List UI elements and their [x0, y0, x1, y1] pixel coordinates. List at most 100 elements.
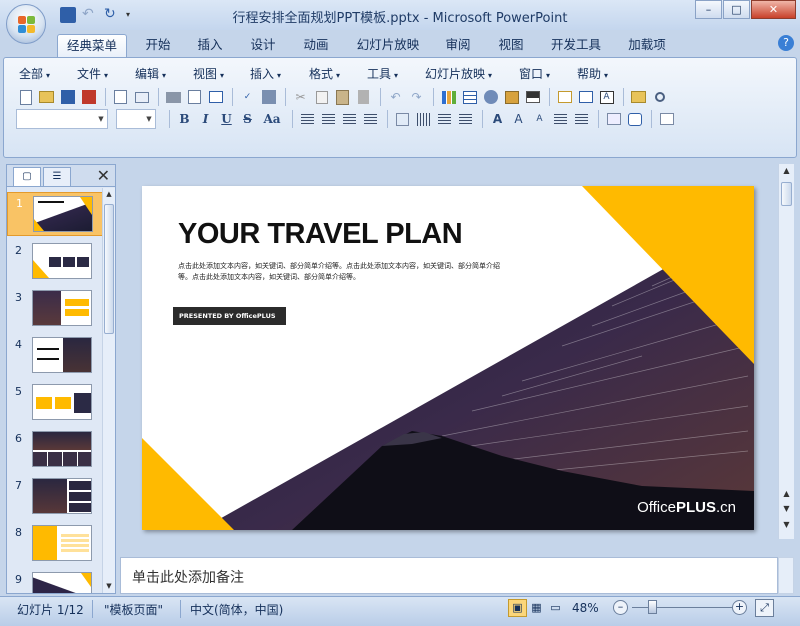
- insert-chart-icon[interactable]: [439, 88, 458, 107]
- fill-color-icon[interactable]: [523, 88, 542, 107]
- help-icon[interactable]: ?: [778, 35, 794, 51]
- normal-view-button[interactable]: ▣: [508, 599, 527, 617]
- tab-classic-menu[interactable]: 经典菜单: [57, 34, 127, 58]
- slide-canvas[interactable]: YOUR TRAVEL PLAN 点击此处添加文本内容，如关键词、部分简单介绍等…: [142, 186, 754, 530]
- zoom-in-button[interactable]: +: [732, 600, 747, 615]
- print-preview-icon[interactable]: [185, 88, 204, 107]
- copy-icon[interactable]: [312, 88, 331, 107]
- slide-thumbnail[interactable]: 3: [7, 287, 103, 331]
- maximize-button[interactable]: □: [723, 0, 750, 19]
- paste-icon[interactable]: [333, 88, 352, 107]
- menu-file[interactable]: 文件 ▾: [77, 65, 108, 82]
- tab-addins[interactable]: 加载项: [620, 34, 674, 58]
- notes-pane[interactable]: 单击此处添加备注: [120, 557, 778, 594]
- strikethrough-button[interactable]: S: [238, 110, 257, 129]
- insert-picture-icon[interactable]: [502, 88, 521, 107]
- text-direction-icon[interactable]: [393, 110, 412, 129]
- slide-thumbnail[interactable]: 9: [7, 569, 103, 593]
- slide-title[interactable]: YOUR TRAVEL PLAN: [178, 218, 463, 251]
- menu-insert[interactable]: 插入 ▾: [250, 65, 281, 82]
- menu-help[interactable]: 帮助 ▾: [577, 65, 608, 82]
- office-button[interactable]: [6, 4, 46, 44]
- quick-styles-icon[interactable]: [657, 110, 676, 129]
- fit-to-window-icon[interactable]: ⤢: [755, 599, 774, 617]
- save-as-pdf-icon[interactable]: [79, 88, 98, 107]
- zoom-out-button[interactable]: –: [613, 600, 628, 615]
- research-icon[interactable]: [259, 88, 278, 107]
- editor-scrollbar[interactable]: ▲ ▲ ▼ ▼: [778, 164, 794, 539]
- bullets-icon[interactable]: [456, 110, 475, 129]
- text-box-icon[interactable]: A: [597, 88, 616, 107]
- underline-button[interactable]: U: [217, 110, 236, 129]
- align-center-icon[interactable]: [319, 110, 338, 129]
- numbering-icon[interactable]: [435, 110, 454, 129]
- tab-outline[interactable]: ☰: [43, 167, 71, 186]
- permission-icon[interactable]: [111, 88, 130, 107]
- shapes-icon[interactable]: [625, 110, 644, 129]
- insert-clipart-icon[interactable]: [481, 88, 500, 107]
- justify-icon[interactable]: [361, 110, 380, 129]
- font-color-button[interactable]: A: [488, 110, 507, 129]
- tab-design[interactable]: 设计: [241, 34, 285, 58]
- bold-button[interactable]: B: [175, 110, 194, 129]
- tab-home[interactable]: 开始: [136, 34, 180, 58]
- slide-layout-icon[interactable]: [206, 88, 225, 107]
- menu-tools[interactable]: 工具 ▾: [367, 65, 398, 82]
- slide-thumbnail[interactable]: 5: [7, 381, 103, 425]
- slide-body-text[interactable]: 点击此处添加文本内容，如关键词、部分简单介绍等。点击此处添加文本内容，如关键词、…: [178, 261, 508, 283]
- slide-sorter-button[interactable]: ▦: [527, 599, 546, 617]
- menu-format[interactable]: 格式 ▾: [309, 65, 340, 82]
- menu-edit[interactable]: 编辑 ▾: [135, 65, 166, 82]
- new-slide-icon[interactable]: [555, 88, 574, 107]
- italic-button[interactable]: I: [196, 110, 215, 129]
- menu-slideshow[interactable]: 幻灯片放映 ▾: [425, 65, 492, 82]
- decrease-font-icon[interactable]: A: [530, 110, 549, 129]
- font-name-combo[interactable]: ▼: [16, 109, 108, 129]
- slideshow-view-button[interactable]: ▭: [546, 599, 565, 617]
- decrease-indent-icon[interactable]: [551, 110, 570, 129]
- change-case-button[interactable]: Aa: [259, 110, 285, 129]
- tab-insert[interactable]: 插入: [188, 34, 232, 58]
- notes-scrollbar[interactable]: [778, 557, 794, 594]
- minimize-button[interactable]: –: [695, 0, 722, 19]
- slide-thumbnail[interactable]: 7: [7, 475, 103, 519]
- tab-animation[interactable]: 动画: [294, 34, 338, 58]
- insert-table-icon[interactable]: [460, 88, 479, 107]
- new-icon[interactable]: [16, 88, 35, 107]
- menu-window[interactable]: 窗口 ▾: [519, 65, 550, 82]
- undo-icon[interactable]: ↶: [386, 88, 405, 107]
- slide-thumbnail[interactable]: 6: [7, 428, 103, 472]
- menu-view[interactable]: 视图 ▾: [193, 65, 224, 82]
- thumbnails-scrollbar[interactable]: ▲ ▼: [102, 188, 115, 593]
- find-icon[interactable]: [650, 88, 669, 107]
- language-status[interactable]: 中文(简体，中国): [190, 601, 283, 618]
- format-painter-icon[interactable]: [354, 88, 373, 107]
- zoom-slider[interactable]: [632, 607, 732, 608]
- save-icon[interactable]: [58, 88, 77, 107]
- increase-font-icon[interactable]: A: [509, 110, 528, 129]
- slide-thumbnail[interactable]: 1: [7, 192, 103, 236]
- zoom-slider-handle[interactable]: [648, 600, 657, 614]
- slide-thumbnail[interactable]: 4: [7, 334, 103, 378]
- align-left-icon[interactable]: [298, 110, 317, 129]
- arrange-icon[interactable]: [604, 110, 623, 129]
- zoom-level[interactable]: 48%: [572, 601, 599, 615]
- menu-all[interactable]: 全部 ▾: [19, 65, 50, 82]
- tab-review[interactable]: 审阅: [436, 34, 480, 58]
- align-right-icon[interactable]: [340, 110, 359, 129]
- redo-icon[interactable]: ↷: [407, 88, 426, 107]
- close-panel-icon[interactable]: ✕: [97, 166, 110, 185]
- slide-thumbnail[interactable]: 2: [7, 240, 103, 284]
- tab-developer[interactable]: 开发工具: [543, 34, 609, 58]
- close-button[interactable]: ✕: [751, 0, 796, 19]
- mail-icon[interactable]: [132, 88, 151, 107]
- print-icon[interactable]: [164, 88, 183, 107]
- slide-thumbnail[interactable]: 8: [7, 522, 103, 566]
- tab-view[interactable]: 视图: [489, 34, 533, 58]
- font-size-combo[interactable]: ▼: [116, 109, 156, 129]
- presented-by-label[interactable]: PRESENTED BY OfficePLUS: [173, 307, 286, 325]
- tab-slideshow[interactable]: 幻灯片放映: [349, 34, 427, 58]
- layout-icon[interactable]: [576, 88, 595, 107]
- cut-icon[interactable]: ✂: [291, 88, 310, 107]
- spelling-icon[interactable]: ✓: [238, 88, 257, 107]
